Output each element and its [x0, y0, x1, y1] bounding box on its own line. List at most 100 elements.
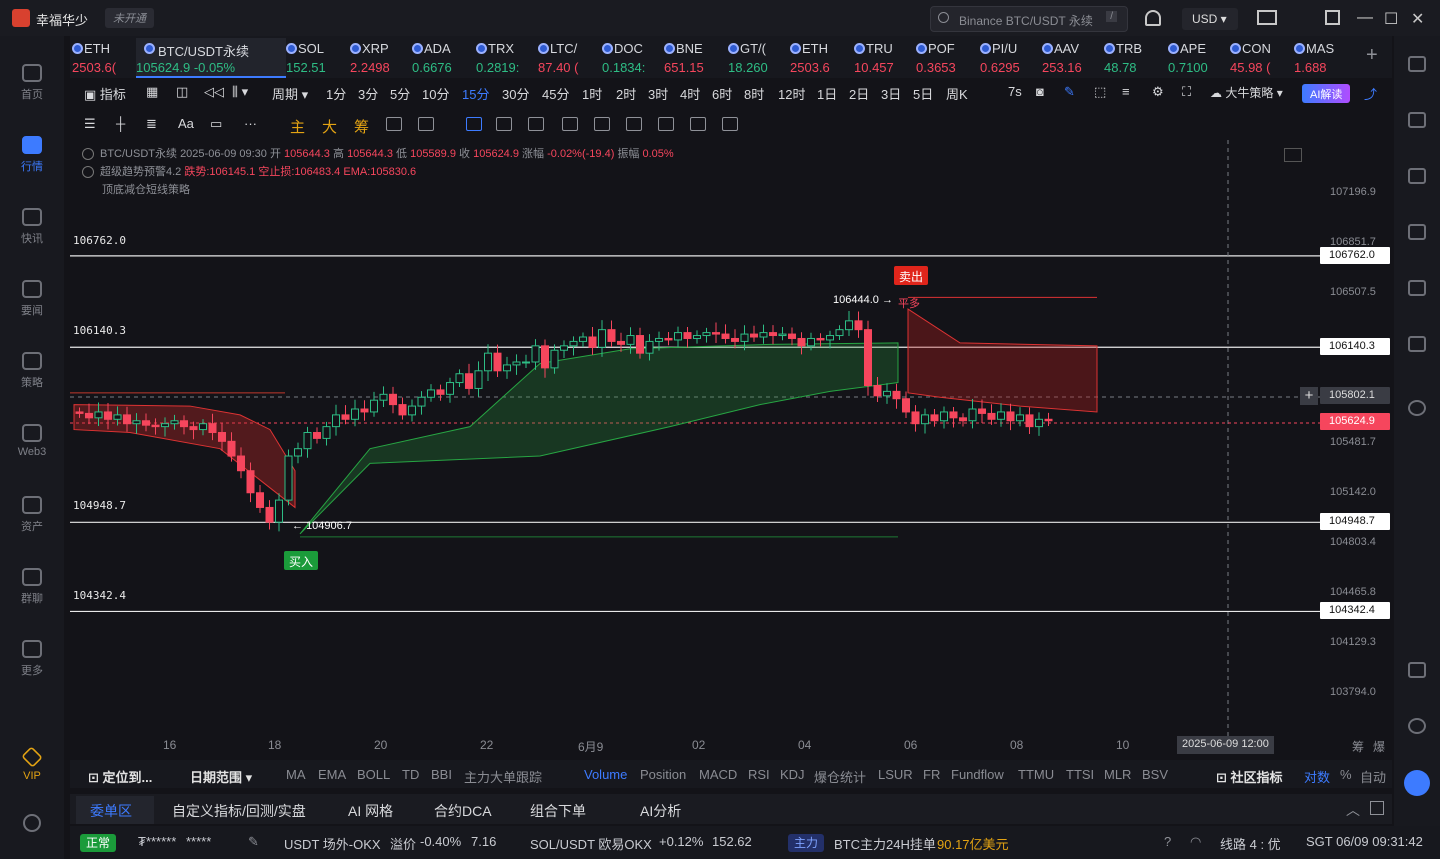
mail-icon[interactable] [1257, 10, 1277, 25]
horizontal-line-icon[interactable]: ┼ [116, 116, 125, 131]
sidebar-item-strategy[interactable]: 策略 [0, 352, 64, 390]
indicator-15[interactable]: TTMU [1018, 767, 1054, 782]
ticker-tab[interactable]: BNE 651.15 [664, 38, 732, 78]
indicator-button[interactable]: ▣ 指标 [84, 84, 126, 103]
indicator-2[interactable]: BOLL [357, 767, 390, 782]
ticker-tab[interactable]: APE 0.7100 [1168, 38, 1236, 78]
gear-icon[interactable]: ⚙ [1152, 84, 1164, 100]
camera-icon[interactable]: ◙ [1036, 84, 1044, 99]
interval-1[interactable]: 3分 [358, 84, 378, 103]
add-alert-icon[interactable]: + [1300, 387, 1318, 405]
sidebar-item-more[interactable]: 更多 [0, 640, 64, 678]
copy-tool-icon[interactable] [466, 117, 482, 131]
ticker-tab[interactable]: XRP 2.2498 [350, 38, 418, 78]
connection-line[interactable]: 线路 4 : 优 [1220, 834, 1281, 853]
interval-9[interactable]: 3时 [648, 84, 668, 103]
interval-17[interactable]: 5日 [913, 84, 933, 103]
interval-15[interactable]: 2日 [849, 84, 869, 103]
collapse-icon[interactable] [82, 166, 94, 179]
ticker-tab[interactable]: TRX 0.2819: [476, 38, 544, 78]
chart-type-icon[interactable]: ⫼ ▾ [232, 84, 248, 100]
strategy-select[interactable]: ☁ 大牛策略 ▾ [1210, 84, 1283, 101]
price-chart[interactable] [70, 140, 1392, 736]
calendar-icon[interactable]: ▦ [146, 84, 158, 100]
interval-0[interactable]: 1分 [326, 84, 346, 103]
sidebar-item-assets[interactable]: 资产 [0, 496, 64, 534]
interval-14[interactable]: 1日 [817, 84, 837, 103]
help-icon[interactable]: ? [1164, 834, 1171, 849]
maximize-icon[interactable]: ☐ [1384, 9, 1398, 29]
indicator-12[interactable]: LSUR [878, 767, 913, 782]
indicator-11[interactable]: 爆仓统计 [814, 767, 866, 786]
big-order-tool[interactable]: 大 [322, 116, 337, 137]
panel-tab-4[interactable]: 组合下单 [530, 801, 586, 821]
indicator-14[interactable]: Fundflow [951, 767, 1004, 782]
highlighter-icon[interactable] [528, 117, 544, 131]
ticker-tab[interactable]: POF 0.3653 [916, 38, 984, 78]
interval-18[interactable]: 周K [946, 84, 968, 103]
ticker-tab[interactable]: GT/(18.260 [728, 38, 796, 78]
fullscreen-icon[interactable]: ⛶ [1182, 84, 1191, 100]
interval-16[interactable]: 3日 [881, 84, 901, 103]
popout-icon[interactable] [1325, 10, 1340, 25]
layout-icon[interactable] [1408, 662, 1426, 678]
list-icon[interactable] [1408, 56, 1426, 72]
add-ticker-icon[interactable]: + [1366, 44, 1378, 67]
lock-icon[interactable] [594, 117, 610, 131]
panel-tab-3[interactable]: 合约DCA [434, 801, 492, 821]
ticker-tab[interactable]: ETH 2503.6 [790, 38, 858, 78]
monitor-icon[interactable] [1408, 280, 1426, 296]
sidebar-item-web3[interactable]: Web3 [0, 424, 64, 458]
indicator-18[interactable]: BSV [1142, 767, 1168, 782]
indicator-13[interactable]: FR [923, 767, 940, 782]
interval-5[interactable]: 30分 [502, 84, 529, 103]
indicator-16[interactable]: TTSI [1066, 767, 1094, 782]
currency-select[interactable]: USD ▾ [1182, 8, 1238, 30]
settings-icon[interactable] [23, 814, 41, 832]
ticker-tab[interactable]: PI/U 0.6295 [980, 38, 1048, 78]
ticker-tab[interactable]: DOC 0.1834: [602, 38, 670, 78]
layout-split-icon[interactable]: ◫ [176, 84, 188, 100]
panel-tab-2[interactable]: AI 网格 [348, 801, 393, 821]
sidebar-item-news[interactable]: 要闻 [0, 280, 64, 318]
indicator-5[interactable]: 主力大单跟踪 [464, 767, 542, 786]
magnet-icon[interactable] [658, 117, 674, 131]
rewind-icon[interactable]: ◁◁ [204, 84, 224, 100]
edit-icon[interactable]: ✎ [248, 834, 259, 850]
indicator-7[interactable]: Position [640, 767, 686, 782]
trend-icon[interactable] [1408, 224, 1426, 240]
collapse-panel-icon[interactable]: ︿ [1346, 800, 1360, 820]
ticker-tab[interactable]: TRB 48.78 [1104, 38, 1172, 78]
ticker-tab[interactable]: ADA 0.6676 [412, 38, 480, 78]
assistant-bot-icon[interactable] [1404, 770, 1430, 796]
minimap-icon[interactable] [1284, 148, 1302, 162]
lines-tool-icon[interactable]: ☰ [84, 116, 96, 132]
close-icon[interactable]: ✕ [1411, 9, 1424, 29]
refresh-icon[interactable] [1408, 400, 1426, 416]
log-scale-toggle[interactable]: 对数 [1304, 767, 1330, 786]
indicator-0[interactable]: MA [286, 767, 306, 782]
ticker-tab[interactable]: AAV 253.16 [1042, 38, 1110, 78]
ticker-tab[interactable]: BTC/USDT永续 105624.9 -0.05% [136, 38, 286, 78]
interval-11[interactable]: 6时 [712, 84, 732, 103]
dollar-icon[interactable] [1408, 168, 1426, 184]
interval-3[interactable]: 10分 [422, 84, 449, 103]
pen-tool-icon[interactable] [496, 117, 512, 131]
period-select[interactable]: 周期 ▾ [272, 84, 308, 103]
document-icon[interactable] [1408, 112, 1426, 128]
community-indicator-button[interactable]: ⊡ 社区指标 [1216, 767, 1283, 786]
text-tool-icon[interactable]: Aa [178, 116, 194, 131]
sidebar-item-flash[interactable]: 快讯 [0, 208, 64, 246]
interval-2[interactable]: 5分 [390, 84, 410, 103]
headset-icon[interactable] [1408, 718, 1426, 734]
ai-analysis-button[interactable]: AI解读 [1302, 84, 1351, 103]
ticker-tab[interactable]: LTC/87.40 ( [538, 38, 606, 78]
ticker-tab[interactable]: SOL 152.51 [286, 38, 354, 78]
interval-4[interactable]: 15分 [462, 84, 489, 103]
brush-tool-icon[interactable] [418, 117, 434, 131]
panel-tab-0[interactable]: 委单区 [90, 801, 132, 821]
interval-6[interactable]: 45分 [542, 84, 569, 103]
interval-8[interactable]: 2时 [616, 84, 636, 103]
percent-scale-toggle[interactable]: % [1340, 767, 1352, 782]
expand-icon[interactable]: ⬚ [1094, 84, 1106, 100]
